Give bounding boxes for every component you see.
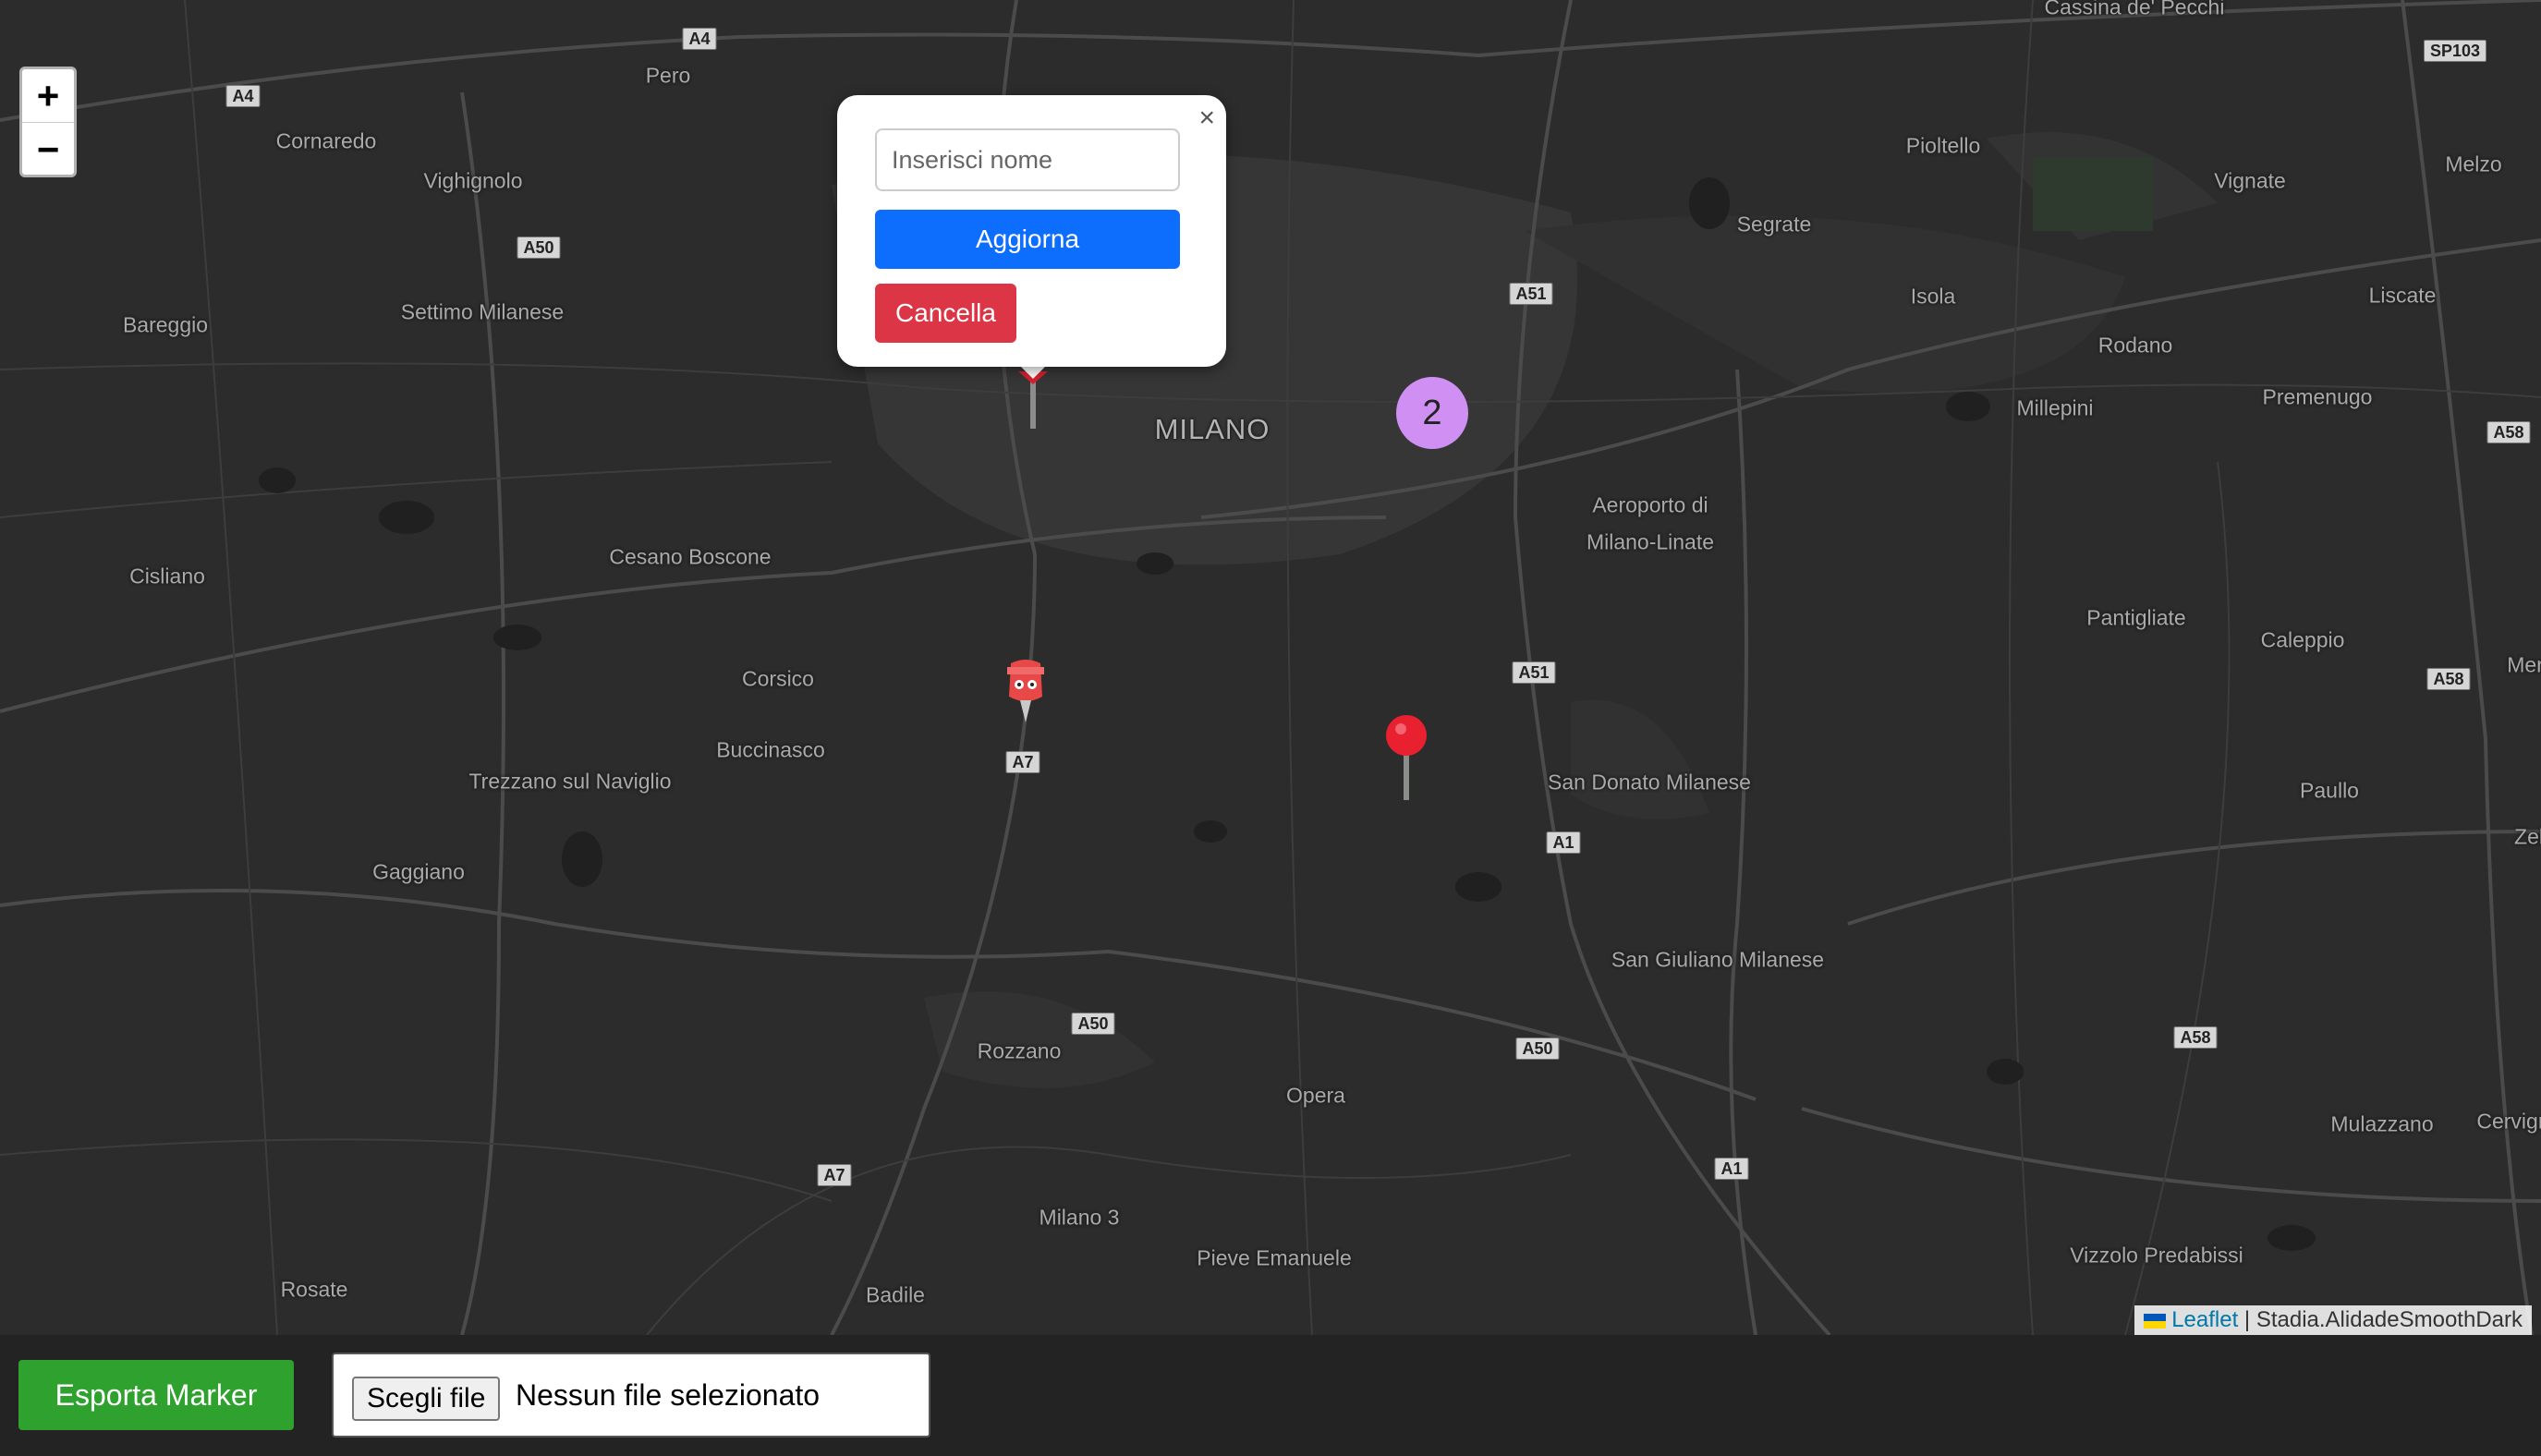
- place-label: Milano-Linate: [1586, 529, 1715, 554]
- place-label: Vighignolo: [423, 168, 523, 193]
- place-label: Pieve Emanuele: [1197, 1245, 1352, 1270]
- place-label: Cervign: [2476, 1109, 2541, 1134]
- map[interactable]: Cassina de' Pecchi Pero Cornaredo Vighignol…: [0, 0, 2541, 1335]
- zoom-in-button[interactable]: +: [22, 69, 74, 123]
- place-label: Paullo: [2300, 778, 2359, 803]
- place-label: Vizzolo Predabissi: [2070, 1243, 2243, 1268]
- road-shield: A58: [2426, 668, 2471, 690]
- place-label: Badile: [866, 1282, 925, 1307]
- road-shield: A58: [2173, 1026, 2218, 1049]
- place-label: MILANO: [1154, 413, 1270, 445]
- zoom-out-button[interactable]: −: [22, 123, 74, 175]
- road-shield: A7: [1005, 751, 1040, 773]
- place-label: Pantigliate: [2086, 605, 2186, 630]
- marker-popup: × Aggiorna Cancella: [837, 95, 1226, 367]
- road-shield: A51: [1509, 283, 1553, 305]
- delete-button[interactable]: Cancella: [875, 284, 1016, 343]
- place-label: Rosate: [280, 1277, 348, 1302]
- map-tiles: [0, 0, 2541, 1335]
- place-label: Rozzano: [977, 1038, 1062, 1063]
- bottom-toolbar: Esporta Marker Scegli file Nessun file s…: [0, 1335, 2541, 1456]
- smiley-marker-icon[interactable]: [1000, 656, 1052, 728]
- road-shield: A50: [1515, 1037, 1560, 1060]
- place-label: Cesano Boscone: [609, 544, 772, 569]
- place-label: Aeroporto di: [1592, 492, 1708, 517]
- update-button[interactable]: Aggiorna: [875, 210, 1180, 269]
- place-label: Mer: [2507, 652, 2541, 677]
- place-label: Melzo: [2445, 152, 2502, 176]
- place-label: Cassina de' Pecchi: [2044, 0, 2225, 19]
- name-input[interactable]: [875, 128, 1180, 191]
- ukraine-flag-icon: [2144, 1313, 2167, 1329]
- place-label: Bareggio: [122, 312, 209, 337]
- choose-file-button[interactable]: Scegli file: [352, 1377, 501, 1421]
- place-label: Vignate: [2214, 168, 2286, 193]
- place-label: Buccinasco: [716, 737, 825, 762]
- road-shield: A50: [1071, 1013, 1115, 1035]
- place-label: Mulazzano: [2330, 1111, 2434, 1136]
- place-label: Rodano: [2097, 333, 2173, 358]
- place-label: Settimo Milanese: [400, 299, 565, 324]
- road-shield: A50: [517, 237, 561, 259]
- place-label: Segrate: [1736, 212, 1812, 237]
- road-shield: A7: [817, 1164, 852, 1186]
- place-label: Caleppio: [2260, 627, 2345, 652]
- zoom-control: + −: [19, 67, 77, 177]
- place-label: Pero: [645, 63, 691, 88]
- road-shield: A1: [1714, 1158, 1749, 1180]
- place-label: San Donato Milanese: [1548, 770, 1751, 795]
- map-pin-marker[interactable]: [1380, 710, 1432, 806]
- tile-provider: Stadia.AlidadeSmoothDark: [2255, 1307, 2523, 1332]
- place-label: Trezzano sul Naviglio: [468, 769, 672, 794]
- road-shield: A4: [682, 28, 717, 50]
- road-shield: A4: [225, 85, 261, 107]
- cluster-count: 2: [1422, 393, 1442, 432]
- place-label: Isola: [1910, 284, 1956, 309]
- place-label: Corsico: [742, 666, 814, 691]
- place-label: Premenugo: [2262, 384, 2373, 409]
- close-icon[interactable]: ×: [1198, 103, 1215, 134]
- place-label: Zel: [2514, 824, 2541, 849]
- place-label: Liscate: [2368, 283, 2437, 308]
- road-shield: SP103: [2423, 40, 2487, 62]
- place-label: Cisliano: [129, 564, 205, 588]
- road-shield: A1: [1546, 831, 1581, 854]
- place-label: Millepini: [2016, 395, 2094, 420]
- place-label: Milano 3: [1039, 1205, 1120, 1230]
- place-label: Cornaredo: [275, 128, 377, 153]
- attribution-separator: |: [2243, 1307, 2251, 1332]
- place-label: Gaggiano: [372, 859, 465, 884]
- marker-cluster[interactable]: 2: [1396, 377, 1468, 449]
- file-input[interactable]: Scegli file Nessun file selezionato: [332, 1353, 930, 1438]
- leaflet-link[interactable]: Leaflet: [2171, 1307, 2238, 1332]
- attribution: Leaflet | Stadia.AlidadeSmoothDark: [2134, 1305, 2532, 1335]
- place-label: Pioltello: [1905, 133, 1981, 158]
- place-label: San Giuliano Milanese: [1611, 947, 1825, 972]
- road-shield: A51: [1512, 661, 1556, 684]
- place-label: Opera: [1286, 1083, 1345, 1108]
- road-shield: A58: [2486, 421, 2531, 443]
- file-status: Nessun file selezionato: [516, 1378, 821, 1412]
- export-markers-button[interactable]: Esporta Marker: [18, 1360, 294, 1430]
